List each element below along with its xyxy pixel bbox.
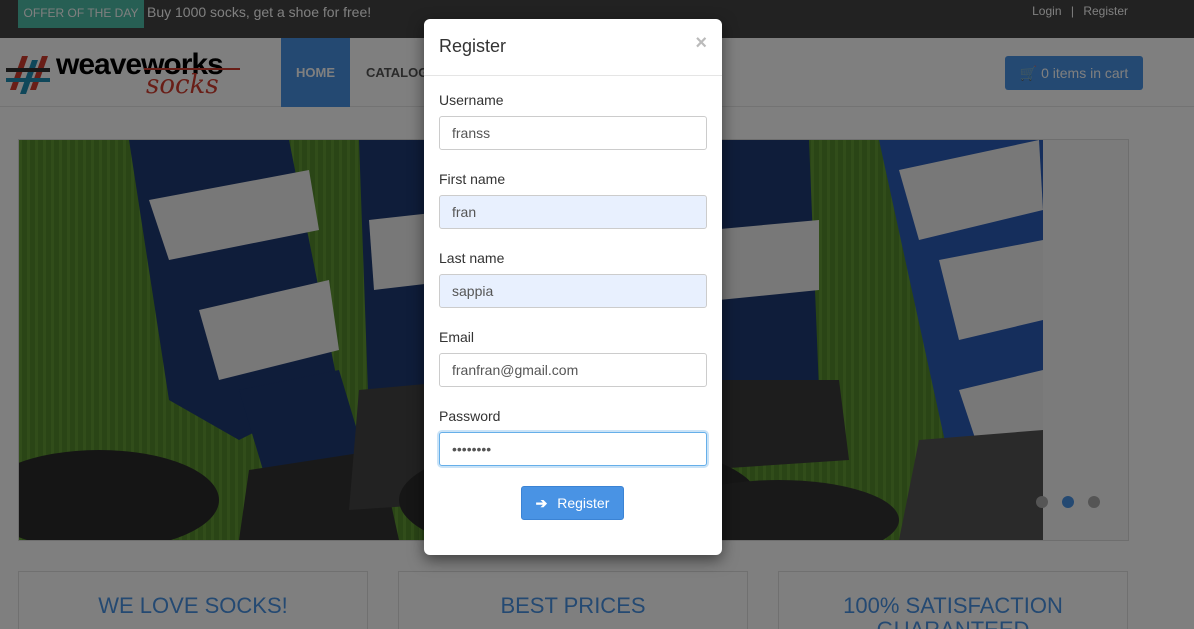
password-field[interactable]: •••••••• — [439, 432, 707, 466]
last-name-label: Last name — [439, 250, 505, 266]
email-field[interactable]: franfran@gmail.com — [439, 353, 707, 387]
last-name-field[interactable]: sappia — [439, 274, 707, 308]
register-modal: Register × Username franss First name fr… — [424, 19, 722, 555]
modal-title: Register — [439, 36, 507, 56]
register-submit-label: Register — [557, 495, 610, 511]
email-label: Email — [439, 329, 475, 345]
username-field[interactable]: franss — [439, 116, 707, 150]
register-submit-button[interactable]: ➔ Register — [521, 486, 624, 520]
first-name-label: First name — [439, 171, 506, 187]
username-label: Username — [439, 92, 504, 108]
close-icon[interactable]: × — [695, 32, 707, 55]
password-label: Password — [439, 408, 501, 424]
sign-in-icon: ➔ — [535, 495, 548, 511]
first-name-field[interactable]: fran — [439, 195, 707, 229]
modal-header: Register × — [424, 19, 722, 76]
